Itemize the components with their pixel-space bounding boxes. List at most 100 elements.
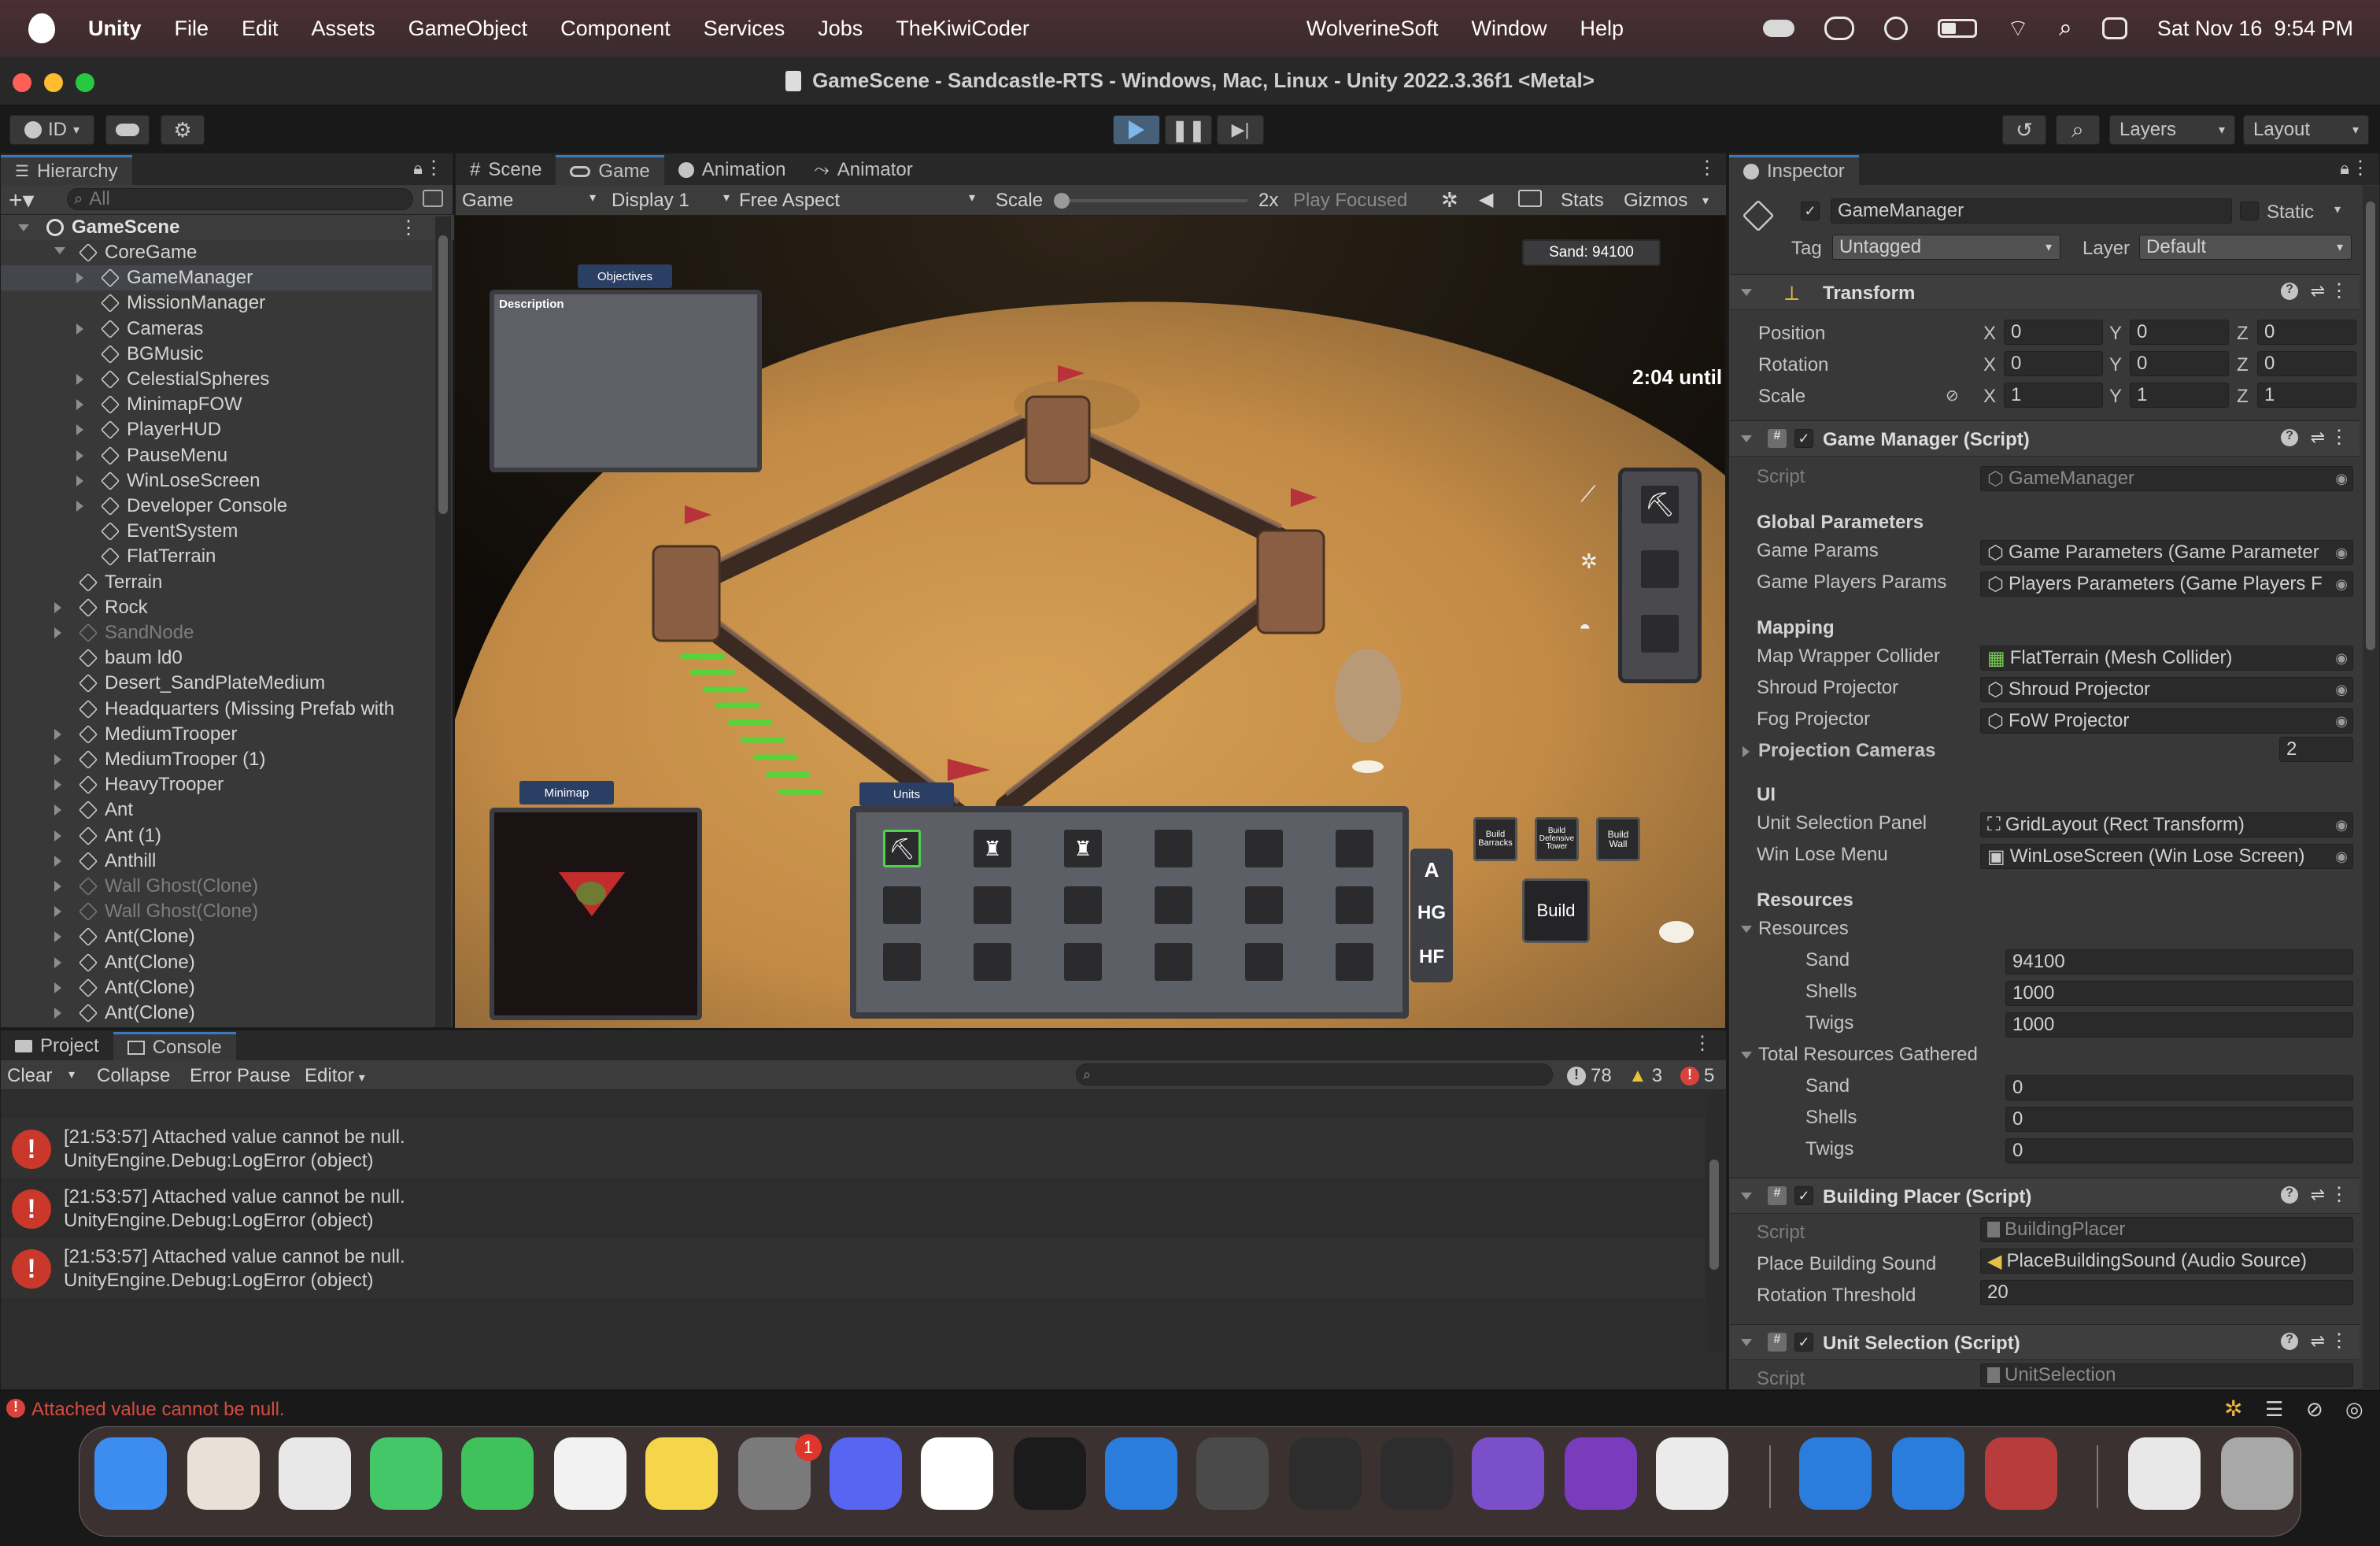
gathered-shells-input[interactable]: 0 <box>2005 1107 2353 1132</box>
reminders-icon[interactable] <box>554 1437 626 1510</box>
constrain-proportions-icon[interactable]: ⊘ <box>1946 386 1959 405</box>
notes-icon[interactable] <box>645 1437 718 1510</box>
keyboard-icon[interactable] <box>1518 190 1542 207</box>
unit-slot[interactable] <box>1245 886 1283 924</box>
unity-icon[interactable] <box>1289 1437 1362 1510</box>
map-wrapper-field[interactable]: ▦ FlatTerrain (Mesh Collider) ◉ <box>1980 645 2353 671</box>
editor-dropdown[interactable]: Editor ▾ <box>305 1065 365 1087</box>
collab-settings-button[interactable]: ⚙ <box>161 115 205 145</box>
side-button-a[interactable]: A <box>1410 858 1453 882</box>
expand-arrow-icon[interactable] <box>54 931 61 943</box>
onenote-icon[interactable] <box>1565 1437 1637 1510</box>
expand-arrow-icon[interactable] <box>76 374 83 385</box>
unit-slot[interactable] <box>974 886 1011 924</box>
unit-slot[interactable] <box>1245 830 1283 867</box>
play-circle-icon[interactable] <box>1883 17 1908 40</box>
expand-arrow-icon[interactable] <box>54 627 61 638</box>
expand-arrow-icon[interactable] <box>54 779 61 791</box>
expand-arrow-icon[interactable] <box>54 247 65 254</box>
building-placer-component-header[interactable]: # ✓ Building Placer (Script) ? ⇌ ⋮ <box>1730 1178 2360 1214</box>
bug-status-icon[interactable]: ✲ <box>2224 1396 2242 1422</box>
transform-z-input[interactable]: 0 <box>2257 320 2356 345</box>
bug-small-icon[interactable]: ✲ <box>1580 549 1598 574</box>
hierarchy-search-input[interactable]: ⌕ All <box>67 188 413 210</box>
unit-slot[interactable] <box>883 886 921 924</box>
tool-slot-3[interactable] <box>1641 615 1679 653</box>
status-message[interactable]: Attached value cannot be null. <box>31 1399 285 1421</box>
hierarchy-item[interactable]: CoreGame <box>1 240 432 265</box>
menu-component[interactable]: Component <box>560 17 671 41</box>
hierarchy-item[interactable]: baum ld0 <box>1 645 432 671</box>
helmet-small-icon[interactable]: ◓ <box>1579 616 1591 640</box>
players-params-field[interactable]: ⬡ Players Parameters (Game Players F ◉ <box>1980 571 2353 597</box>
menu-gameobject[interactable]: GameObject <box>408 17 528 41</box>
console-search-input[interactable]: ⌕ <box>1076 1063 1553 1086</box>
slack-icon[interactable] <box>921 1437 993 1510</box>
menu-jobs[interactable]: Jobs <box>818 17 863 41</box>
gathered-twigs-input[interactable]: 0 <box>2005 1138 2353 1163</box>
hierarchy-scroll-thumb[interactable] <box>438 235 448 514</box>
unit-slot[interactable] <box>1155 830 1192 867</box>
hierarchy-item[interactable]: MediumTrooper <box>1 722 432 747</box>
unit-slot[interactable] <box>1064 943 1102 981</box>
hierarchy-item[interactable]: FlatTerrain <box>1 544 432 569</box>
hierarchy-item[interactable]: Ant(Clone) <box>1 950 432 975</box>
search-icon[interactable]: ⌕ <box>2059 15 2072 42</box>
panel-menu-icon[interactable]: ⋮ <box>424 157 443 179</box>
pickaxe-small-icon[interactable]: ⟋ <box>1580 482 1596 508</box>
help-icon[interactable]: ? <box>2281 283 2298 300</box>
tool-slot-pickaxe[interactable]: ⛏ <box>1641 486 1679 523</box>
unit-slot[interactable]: ♜ <box>1064 830 1102 867</box>
projection-cameras-size-input[interactable]: 2 <box>2279 737 2353 762</box>
menu-file[interactable]: File <box>175 17 209 41</box>
hierarchy-item[interactable]: MediumTrooper (1) <box>1 747 432 772</box>
unit-slot[interactable] <box>1155 943 1192 981</box>
building-placer-enabled-checkbox[interactable]: ✓ <box>1794 1186 1813 1205</box>
fog-field[interactable]: ⬡ FoW Projector ◉ <box>1980 708 2353 734</box>
expand-arrow-icon[interactable] <box>76 475 83 486</box>
control-center-icon[interactable] <box>2101 17 2127 39</box>
hierarchy-item[interactable]: Rock <box>1 595 432 620</box>
panel-menu-icon[interactable]: ⋮ <box>1693 1032 1712 1055</box>
finder-icon[interactable] <box>94 1437 167 1510</box>
component-menu-icon[interactable]: ⋮ <box>2330 279 2349 302</box>
expand-arrow-icon[interactable] <box>76 449 83 461</box>
unit-slot[interactable] <box>974 943 1011 981</box>
expand-arrow-icon[interactable] <box>54 906 61 918</box>
trash-icon[interactable] <box>2221 1437 2293 1510</box>
component-menu-icon[interactable]: ⋮ <box>2330 1183 2349 1206</box>
scale-slider-thumb[interactable] <box>1054 193 1070 209</box>
object-picker-icon[interactable]: ◉ <box>2335 470 2348 487</box>
menu-help[interactable]: Help <box>1580 17 1624 41</box>
hierarchy-item[interactable]: EventSystem <box>1 519 432 544</box>
safari-icon[interactable] <box>1656 1437 1728 1510</box>
component-menu-icon[interactable]: ⋮ <box>2330 1330 2349 1352</box>
vscode-icon[interactable] <box>1105 1437 1177 1510</box>
bp-sound-field[interactable]: ◀ PlaceBuildingSound (Audio Source) <box>1980 1248 2353 1274</box>
hierarchy-item[interactable]: SandNode <box>1 620 432 645</box>
expand-arrow-icon[interactable] <box>54 1008 61 1019</box>
expand-arrow-icon[interactable] <box>76 424 83 436</box>
expand-arrow-icon[interactable] <box>54 855 61 867</box>
layers-dropdown[interactable]: Layers ▾ <box>2109 115 2235 145</box>
messages-icon[interactable] <box>370 1437 442 1510</box>
expand-arrow-icon[interactable] <box>54 881 61 892</box>
pause-button[interactable]: ❚❚ <box>1165 115 1212 145</box>
display-dropdown[interactable]: Display 1 ▾ <box>612 190 730 212</box>
expand-arrow-icon[interactable] <box>76 323 83 335</box>
transform-y-input[interactable]: 1 <box>2130 383 2229 408</box>
side-button-hf[interactable]: HF <box>1410 946 1453 968</box>
inspector-scroll-thumb[interactable] <box>2366 202 2375 650</box>
console-scroll-thumb[interactable] <box>1709 1160 1719 1270</box>
layer-dropdown[interactable]: Default ▾ <box>2139 235 2352 260</box>
unit-slot[interactable]: ♜ <box>974 830 1011 867</box>
static-checkbox[interactable] <box>2240 202 2259 220</box>
hierarchy-scrollbar[interactable] <box>435 216 451 1027</box>
menu-assets[interactable]: Assets <box>312 17 375 41</box>
console-log-entry[interactable]: ! [21:53:57] Attached value cannot be nul… <box>1 1178 1705 1238</box>
hierarchy-item[interactable]: Desert_SandPlateMedium <box>1 671 432 696</box>
transform-x-input[interactable]: 0 <box>2004 320 2103 345</box>
unit-slot[interactable]: ⛏ <box>883 830 921 867</box>
tab-project[interactable]: Project <box>1 1032 113 1060</box>
hierarchy-item[interactable]: Ant(Clone) <box>1 1000 432 1026</box>
